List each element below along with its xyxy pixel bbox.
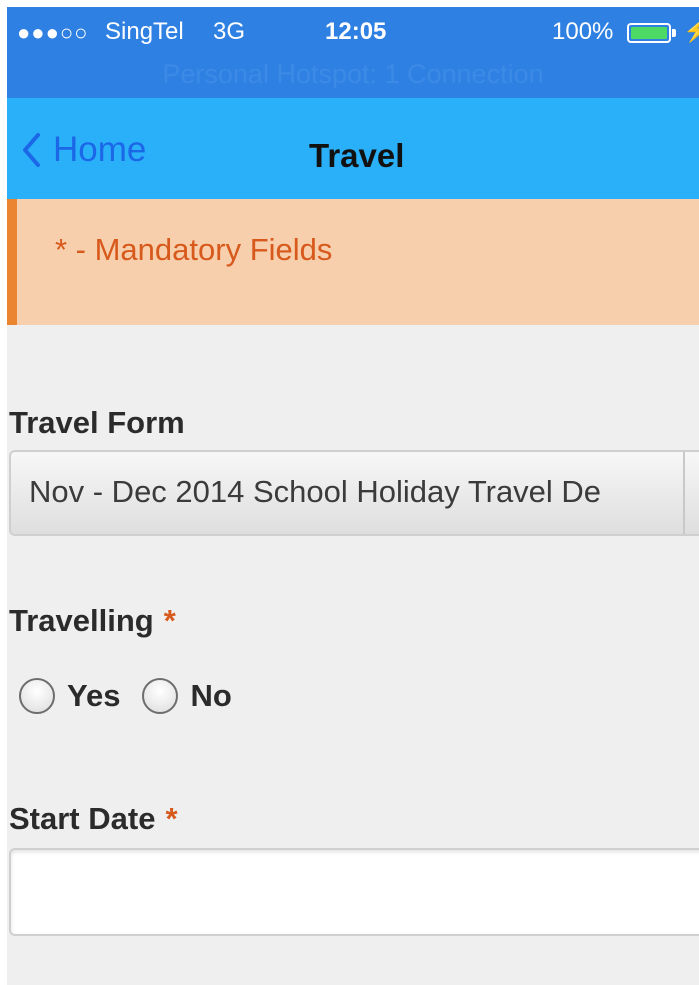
radio-label-no: No bbox=[190, 678, 232, 713]
radio-button-no[interactable] bbox=[142, 678, 179, 714]
clock: 12:05 bbox=[325, 18, 387, 45]
chevron-left-icon bbox=[23, 133, 40, 167]
page-title: Travel bbox=[309, 137, 405, 174]
app-screen: ●●●○○ SingTel 3G 12:05 100% ⚡ Personal H… bbox=[7, 7, 699, 985]
mandatory-fields-text: * - Mandatory Fields bbox=[55, 232, 333, 267]
select-divider bbox=[683, 452, 685, 534]
charging-icon: ⚡ bbox=[683, 18, 699, 43]
hotspot-banner[interactable]: Personal Hotspot: 1 Connection bbox=[7, 59, 699, 90]
travelling-radio-group: Yes No bbox=[19, 674, 254, 718]
required-asterisk: * bbox=[163, 603, 176, 638]
status-bar: ●●●○○ SingTel 3G 12:05 100% ⚡ Personal H… bbox=[7, 7, 699, 98]
status-row: ●●●○○ SingTel 3G 12:05 100% ⚡ bbox=[7, 7, 699, 57]
start-date-label-text: Start Date bbox=[9, 801, 156, 836]
travelling-option-yes[interactable]: Yes bbox=[19, 678, 120, 714]
required-asterisk: * bbox=[165, 801, 178, 836]
navigation-bar: Home Travel bbox=[7, 98, 699, 199]
back-label: Home bbox=[53, 130, 147, 169]
travelling-option-no[interactable]: No bbox=[142, 678, 232, 714]
battery-icon bbox=[627, 23, 671, 43]
travel-form-selected-value: Nov - Dec 2014 School Holiday Travel De bbox=[29, 474, 602, 509]
start-date-label: Start Date * bbox=[9, 801, 178, 837]
back-button[interactable]: Home bbox=[21, 128, 146, 172]
travelling-label: Travelling * bbox=[9, 603, 176, 639]
battery-fill bbox=[631, 27, 667, 39]
battery-percentage: 100% bbox=[552, 18, 614, 45]
radio-button-yes[interactable] bbox=[19, 678, 55, 714]
travel-form-label: Travel Form bbox=[9, 405, 185, 440]
battery-tip bbox=[672, 29, 676, 37]
start-date-input[interactable] bbox=[9, 848, 699, 936]
carrier-name: SingTel bbox=[105, 18, 184, 45]
travelling-label-text: Travelling bbox=[9, 603, 154, 638]
mandatory-fields-banner: * - Mandatory Fields bbox=[7, 199, 699, 325]
network-type: 3G bbox=[213, 18, 246, 45]
signal-strength-icon: ●●●○○ bbox=[17, 20, 89, 45]
radio-label-yes: Yes bbox=[67, 678, 121, 713]
travel-form-select[interactable]: Nov - Dec 2014 School Holiday Travel De bbox=[9, 450, 699, 536]
